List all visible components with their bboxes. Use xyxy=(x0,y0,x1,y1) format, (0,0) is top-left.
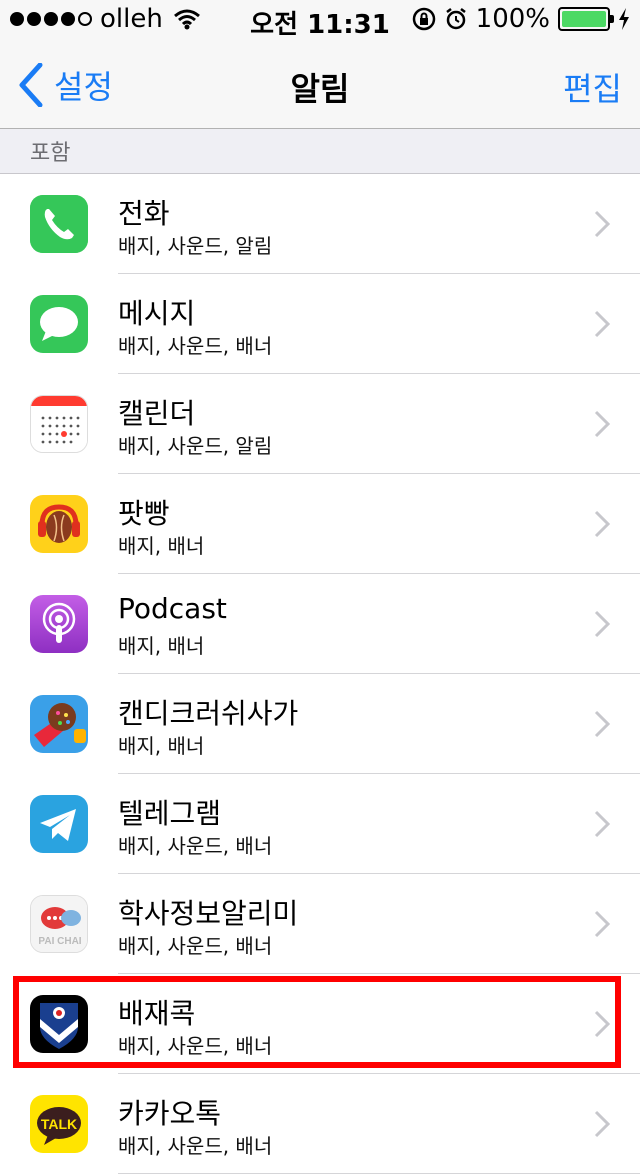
messages-icon xyxy=(30,295,88,353)
app-name: 캘린더 xyxy=(118,397,196,430)
page-title: 알림 xyxy=(290,70,350,108)
podcast-icon xyxy=(30,595,88,653)
status-bar: olleh 오전 11:31 100% xyxy=(0,0,640,40)
app-alert-types: 배지, 사운드, 배너 xyxy=(118,1034,273,1058)
app-name: 카카오톡 xyxy=(118,1097,222,1130)
kakaotalk-icon: TALK xyxy=(30,1095,88,1153)
app-alert-types: 배지, 사운드, 배너 xyxy=(118,834,273,858)
podbbang-icon xyxy=(30,495,88,553)
svg-text:TALK: TALK xyxy=(41,1116,77,1132)
app-row-podbbang[interactable]: 팟빵 배지, 배너 xyxy=(0,474,640,574)
alarm-icon xyxy=(445,8,466,30)
calendar-icon xyxy=(30,395,88,453)
app-row-messages[interactable]: 메시지 배지, 사운드, 배너 xyxy=(0,274,640,374)
chevron-right-icon xyxy=(594,1110,610,1138)
chevron-right-icon xyxy=(594,710,610,738)
navigation-bar: 설정 알림 편집 xyxy=(0,40,640,129)
app-alert-types: 배지, 사운드, 알림 xyxy=(118,434,273,458)
app-name: Podcast xyxy=(118,592,227,625)
app-row-phone[interactable]: 전화 배지, 사운드, 알림 xyxy=(0,174,640,274)
app-row-telegram[interactable]: 텔레그램 배지, 사운드, 배너 xyxy=(0,774,640,874)
telegram-icon xyxy=(30,795,88,853)
app-alert-types: 배지, 배너 xyxy=(118,734,205,758)
app-name: 전화 xyxy=(118,197,170,230)
chevron-right-icon xyxy=(594,410,610,438)
app-alert-types: 배지, 사운드, 배너 xyxy=(118,1134,273,1158)
chevron-right-icon xyxy=(594,1010,610,1038)
chevron-right-icon xyxy=(594,310,610,338)
app-row-paichai-kok[interactable]: 배재콕 배지, 사운드, 배너 xyxy=(0,974,640,1074)
section-header-label: 포함 xyxy=(30,141,71,166)
phone-icon xyxy=(30,195,88,253)
chevron-right-icon xyxy=(594,210,610,238)
app-alert-types: 배지, 사운드, 배너 xyxy=(118,334,273,358)
candy-crush-icon xyxy=(30,695,88,753)
app-alert-types: 배지, 배너 xyxy=(118,534,205,558)
battery-icon xyxy=(558,7,614,31)
app-alert-types: 배지, 사운드, 배너 xyxy=(118,934,273,958)
status-right: 100% xyxy=(412,4,630,34)
app-notification-list: 전화 배지, 사운드, 알림 메시지 배지, 사운드, 배너 캘린더 배지, 사… xyxy=(0,174,640,1174)
app-name: 학사정보알리미 xyxy=(118,897,299,930)
section-header: 포함 xyxy=(0,129,640,174)
edit-button[interactable]: 편집 xyxy=(563,64,622,110)
chevron-right-icon xyxy=(594,510,610,538)
app-row-podcast[interactable]: Podcast 배지, 배너 xyxy=(0,574,640,674)
app-name: 캔디크러쉬사가 xyxy=(118,697,299,730)
battery-percentage: 100% xyxy=(475,4,550,34)
app-row-candy-crush[interactable]: 캔디크러쉬사가 배지, 배너 xyxy=(0,674,640,774)
app-alert-types: 배지, 배너 xyxy=(118,634,205,658)
chevron-right-icon xyxy=(594,610,610,638)
app-row-paichai-notice[interactable]: PAI CHAI 학사정보알리미 배지, 사운드, 배너 xyxy=(0,874,640,974)
app-name: 배재콕 xyxy=(118,997,196,1030)
paichai-notice-icon: PAI CHAI xyxy=(30,895,88,953)
charging-icon xyxy=(619,8,629,30)
app-name: 메시지 xyxy=(118,297,196,330)
app-row-kakaotalk[interactable]: TALK 카카오톡 배지, 사운드, 배너 xyxy=(0,1074,640,1174)
rotation-lock-icon xyxy=(412,7,435,31)
app-name: 팟빵 xyxy=(118,497,170,530)
svg-text:PAI CHAI: PAI CHAI xyxy=(38,936,81,947)
paichai-kok-icon xyxy=(30,995,88,1053)
chevron-right-icon xyxy=(594,910,610,938)
app-alert-types: 배지, 사운드, 알림 xyxy=(118,234,273,258)
app-name: 텔레그램 xyxy=(118,797,222,830)
chevron-right-icon xyxy=(594,810,610,838)
app-row-calendar[interactable]: 캘린더 배지, 사운드, 알림 xyxy=(0,374,640,474)
